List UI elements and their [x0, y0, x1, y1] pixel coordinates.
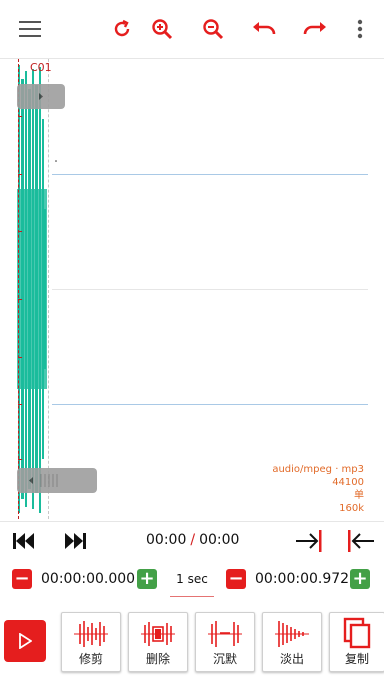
trim-icon [74, 621, 108, 647]
copy-icon [343, 617, 371, 649]
tool-trim[interactable]: 修剪 [61, 612, 121, 672]
tool-silence-label: 沉默 [212, 652, 237, 666]
undo-icon[interactable] [244, 9, 284, 49]
grid-line [52, 404, 368, 405]
start-increment-button[interactable]: + [137, 569, 157, 589]
end-handle[interactable] [17, 468, 97, 493]
tool-copy[interactable]: 复制 [329, 612, 384, 672]
skip-to-end-icon[interactable] [62, 528, 88, 554]
fade-out-icon [275, 621, 309, 647]
start-decrement-button[interactable]: − [12, 569, 32, 589]
file-info: audio/mpeg · mp3 44100 单 160k [272, 463, 364, 515]
refresh-icon[interactable] [102, 9, 142, 49]
end-increment-button[interactable]: + [350, 569, 370, 589]
grid-line [52, 174, 368, 175]
chevron-left-icon [29, 474, 58, 487]
selection-start[interactable]: 00:00:00.000 [41, 571, 135, 587]
play-icon [19, 633, 32, 649]
tool-copy-label: 复制 [344, 652, 369, 666]
tool-delete[interactable]: 删除 [128, 612, 188, 672]
playback-time: 00:00/00:00 [146, 532, 239, 548]
tool-delete-label: 删除 [145, 652, 170, 666]
tool-trim-label: 修剪 [78, 652, 103, 666]
redo-icon[interactable] [295, 9, 335, 49]
step-size-selector[interactable]: 1 sec [170, 564, 214, 597]
end-marker-line[interactable] [48, 59, 49, 519]
waveform-view[interactable]: C01 audio/mpeg · mp3 44100 单 160k [0, 59, 384, 520]
top-toolbar [0, 0, 384, 59]
transport-bar: 00:00/00:00 [0, 521, 384, 560]
tool-fade-out[interactable]: 淡出 [262, 612, 322, 672]
start-handle[interactable] [17, 84, 65, 109]
file-mime: audio/mpeg · mp3 [272, 464, 364, 475]
set-end-icon[interactable] [346, 528, 374, 554]
waveform-graphic [17, 65, 57, 513]
end-decrement-button[interactable]: − [226, 569, 246, 589]
time-separator: / [190, 532, 196, 548]
grid-line [52, 289, 368, 290]
selection-row: − 00:00:00.000 + 1 sec − 00:00:00.972 + [0, 564, 384, 598]
play-button[interactable] [4, 620, 46, 662]
silence-icon [208, 621, 242, 647]
tool-silence[interactable]: 沉默 [195, 612, 255, 672]
marker-label: C01 [30, 61, 52, 74]
zoom-in-icon[interactable] [142, 9, 182, 49]
set-start-icon[interactable] [296, 528, 324, 554]
file-sample-rate: 44100 [332, 477, 364, 488]
tools-bar: 修剪 删除 沉默 淡出 复制 [0, 606, 384, 676]
zoom-out-icon[interactable] [193, 9, 233, 49]
skip-to-start-icon[interactable] [11, 528, 37, 554]
current-time: 00:00 [146, 532, 187, 548]
selection-end[interactable]: 00:00:00.972 [255, 571, 349, 587]
delete-icon [141, 622, 175, 646]
tool-fade-out-label: 淡出 [279, 652, 304, 666]
chevron-right-icon [39, 93, 43, 100]
start-marker-line[interactable] [18, 59, 19, 519]
more-vert-icon[interactable] [340, 9, 380, 49]
file-channels: 单 [354, 490, 364, 501]
menu-icon[interactable] [10, 9, 50, 49]
total-time: 00:00 [199, 532, 240, 548]
file-bitrate: 160k [339, 503, 364, 514]
